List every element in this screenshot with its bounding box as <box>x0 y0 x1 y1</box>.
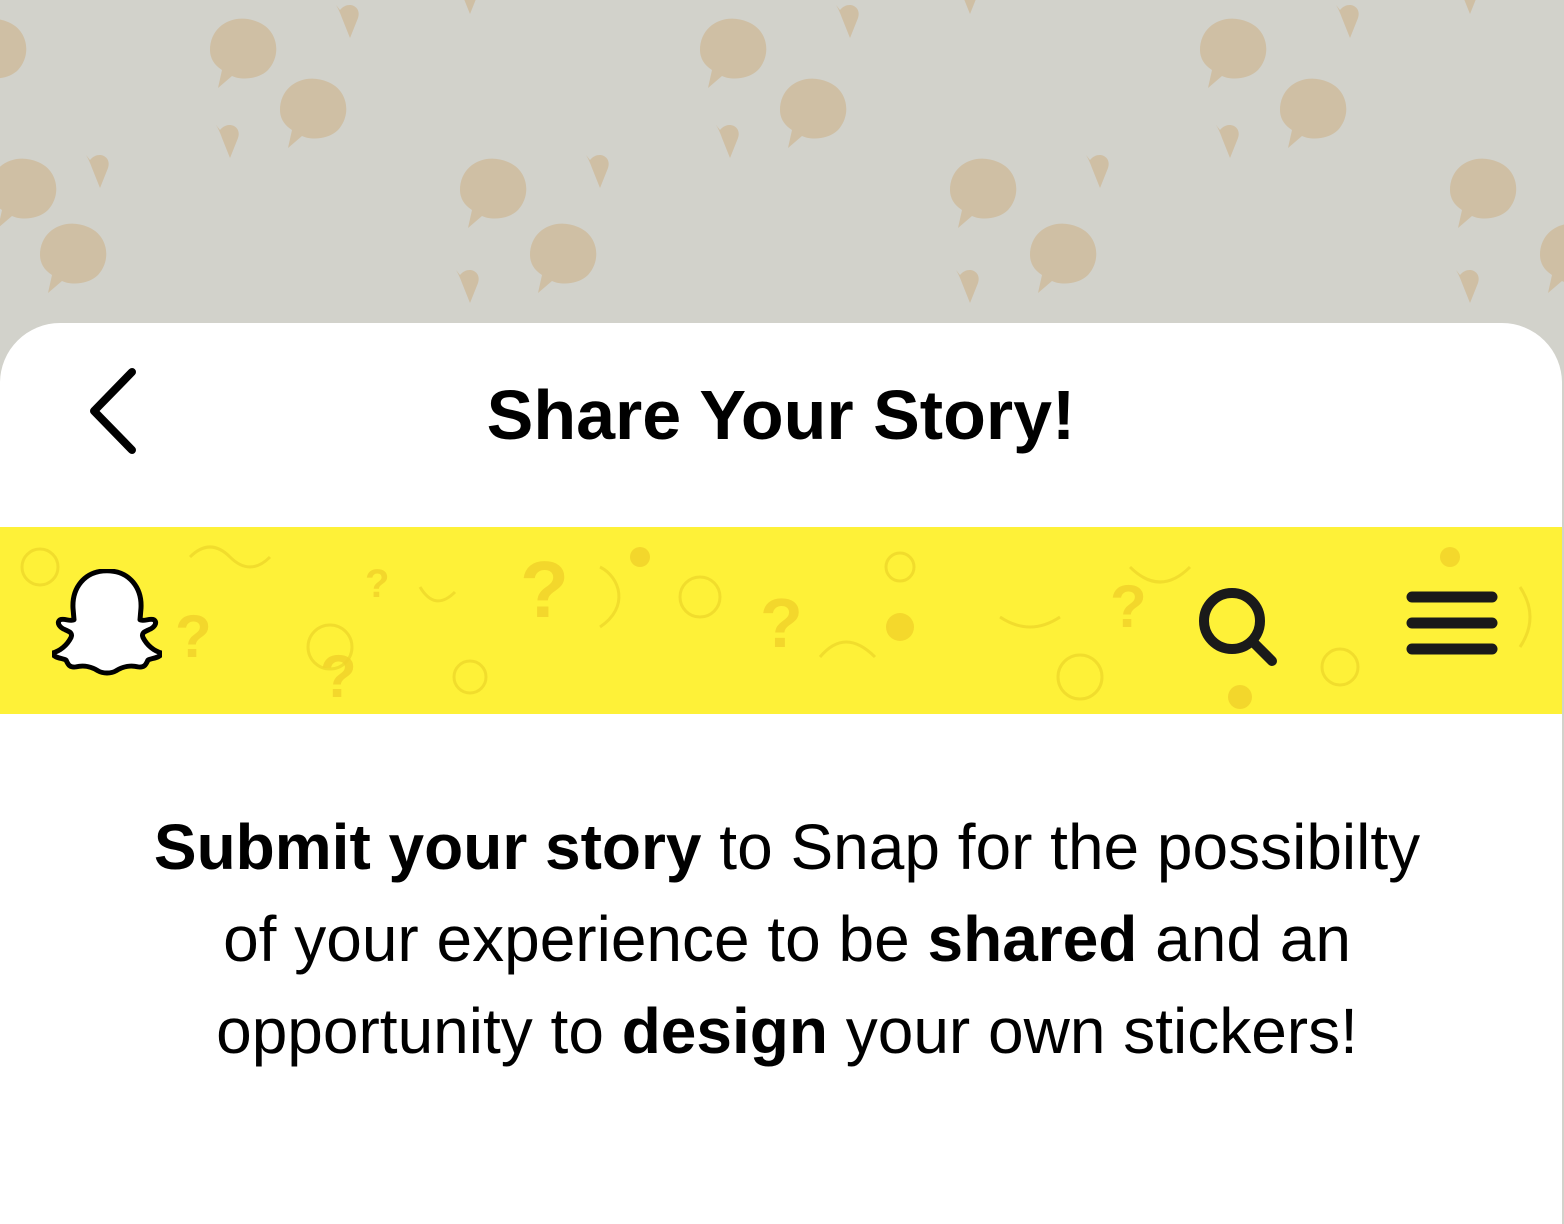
hamburger-menu-icon <box>1406 591 1498 655</box>
description-bold-shared: shared <box>927 903 1138 975</box>
menu-button[interactable] <box>1400 585 1504 665</box>
description-text-3: your own stickers! <box>827 995 1358 1067</box>
share-story-sheet: Share Your Story! ? ? ? ? ? ? Submit you… <box>0 323 1562 1224</box>
svg-text:?: ? <box>320 643 357 710</box>
search-button[interactable] <box>1188 579 1288 679</box>
page-title: Share Your Story! <box>486 376 1076 454</box>
svg-text:?: ? <box>365 562 389 606</box>
svg-text:?: ? <box>520 545 569 634</box>
svg-text:?: ? <box>760 584 803 662</box>
snapchat-ghost-icon <box>49 568 165 676</box>
background-pattern <box>0 0 1564 360</box>
sheet-header: Share Your Story! <box>0 323 1562 527</box>
bar-doodle-pattern: ? ? ? ? ? ? <box>20 545 1532 710</box>
snapchat-nav-bar: ? ? ? ? ? ? <box>0 527 1562 714</box>
search-icon <box>1199 588 1277 666</box>
svg-text:?: ? <box>1110 573 1147 640</box>
snapchat-logo[interactable] <box>49 568 165 679</box>
svg-text:?: ? <box>175 603 212 670</box>
story-description: Submit your story to Snap for the possib… <box>130 801 1444 1077</box>
description-bold-submit: Submit your story <box>153 811 702 883</box>
description-bold-design: design <box>621 995 828 1067</box>
